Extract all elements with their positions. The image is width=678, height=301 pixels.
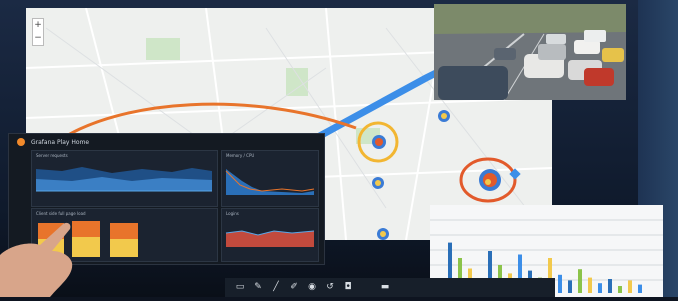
panel-title: Server requests	[36, 153, 68, 158]
sketch-bar	[618, 286, 622, 293]
sketch-bar	[628, 280, 632, 293]
eraser-icon[interactable]: ▭	[235, 282, 245, 292]
sketch-bar	[588, 277, 592, 293]
sketch-bar	[638, 284, 642, 293]
panel-graph	[36, 167, 212, 192]
panel-logins[interactable]: Logins	[221, 208, 319, 262]
sketch-bar	[608, 279, 612, 293]
panel-memory-cpu[interactable]: Memory / CPU	[221, 150, 319, 207]
panel-graph	[225, 230, 315, 247]
undo-icon[interactable]: ↺	[325, 282, 335, 292]
dashboard-title: Grafana Play Home	[31, 139, 90, 146]
camera-icon[interactable]: ◘	[343, 282, 353, 292]
presenter-hand	[0, 222, 73, 297]
color-icon[interactable]: ◉	[307, 282, 317, 292]
panel-graph	[225, 169, 315, 195]
sketch-bar	[558, 274, 562, 293]
dashboard-logo-icon	[17, 138, 25, 146]
pen-icon[interactable]: ✎	[253, 282, 263, 292]
panel-server-requests[interactable]: Server requests	[31, 150, 218, 207]
panel-title: Logins	[226, 211, 239, 216]
note-icon[interactable]: ▬	[380, 282, 390, 292]
sketch-bar	[568, 280, 572, 293]
marker-icon[interactable]: ╱	[271, 282, 281, 292]
brush-icon[interactable]: ✐	[289, 282, 299, 292]
sketch-bar	[598, 283, 602, 293]
whiteboard-toolbar[interactable]: ▭ ✎ ╱ ✐ ◉ ↺ ◘ ▬	[225, 278, 555, 297]
sketch-bar	[578, 269, 582, 293]
panel-title: Memory / CPU	[226, 153, 255, 158]
